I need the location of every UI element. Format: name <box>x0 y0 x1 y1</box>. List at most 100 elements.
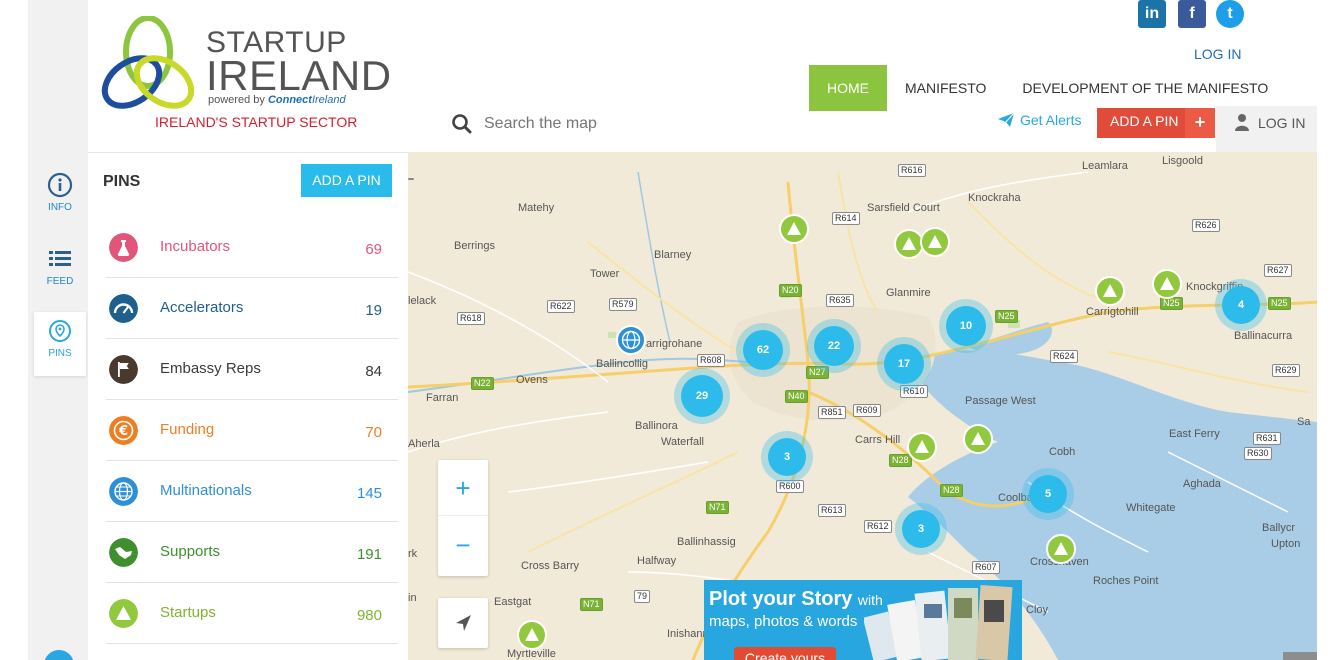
category-embassy-reps[interactable]: Embassy Reps 84 <box>106 339 398 400</box>
pin-cluster[interactable]: 10 <box>939 299 993 353</box>
rail-item-info[interactable]: INFO <box>34 166 86 230</box>
place-label: Roches Point <box>1093 575 1159 587</box>
create-yours-button[interactable]: Create yours <box>734 647 836 660</box>
startup-pin[interactable] <box>1095 276 1125 306</box>
add-pin-header-button[interactable]: ADD A PIN + <box>1097 108 1215 138</box>
place-label: Eastgat <box>494 596 532 608</box>
road-label: N40 <box>785 390 808 403</box>
plot-your-story-banner[interactable]: Plot your Story with maps, photos & word… <box>704 580 1022 660</box>
rail-item-feed[interactable]: FEED <box>34 240 86 304</box>
place-label: Lisgoold <box>1162 155 1203 167</box>
category-count: 69 <box>365 241 382 258</box>
place-label: Berrings <box>454 240 495 252</box>
category-supports[interactable]: Supports 191 <box>106 522 398 583</box>
linkedin-icon[interactable]: in <box>1138 0 1166 28</box>
add-pin-panel-button[interactable]: ADD A PIN <box>301 164 392 197</box>
startup-pin[interactable] <box>963 424 993 454</box>
category-count: 191 <box>356 546 382 563</box>
search-map-input[interactable] <box>484 110 784 138</box>
map-corner-control[interactable] <box>1283 652 1317 660</box>
category-label: Startups <box>160 604 216 621</box>
place-label: Waterfall <box>661 436 704 448</box>
startup-pin[interactable] <box>517 620 547 650</box>
flag-icon <box>109 355 138 384</box>
zoom-in-button[interactable]: + <box>438 460 488 516</box>
pin-cluster[interactable]: 3 <box>761 431 813 483</box>
category-label: Multinationals <box>160 482 252 499</box>
road-label: N20 <box>779 284 802 297</box>
pins-title: PINS <box>103 173 141 190</box>
category-count: 980 <box>356 607 382 624</box>
login-link-top[interactable]: LOG IN <box>1194 46 1241 62</box>
speedometer-icon <box>109 294 138 323</box>
nav-home[interactable]: HOME <box>809 65 887 111</box>
category-incubators[interactable]: Incubators 69 <box>106 217 398 278</box>
twitter-icon[interactable]: t <box>1216 0 1244 28</box>
cluster-count: 17 <box>884 344 924 384</box>
pin-cluster[interactable]: 62 <box>736 323 790 377</box>
startup-ireland-logo[interactable]: STARTUP IRELAND powered by ConnectIrelan… <box>98 16 391 116</box>
startup-pin[interactable] <box>1152 269 1182 299</box>
startup-pin[interactable] <box>907 432 937 462</box>
user-icon <box>1235 114 1249 131</box>
road-label: R622 <box>547 300 575 313</box>
map-canvas[interactable]: Matehy Berrings Blarney Tower Sarsfield … <box>408 152 1317 660</box>
category-label: Incubators <box>160 238 231 255</box>
euro-icon: € <box>109 416 138 445</box>
rail-item-pins[interactable]: PINS <box>34 312 86 376</box>
flask-icon <box>109 233 138 262</box>
place-label: Ballinora <box>635 420 678 432</box>
promo-title: Plot your Story with <box>709 588 883 611</box>
category-startups[interactable]: Startups 980 <box>106 583 398 644</box>
zoom-control: + − <box>438 460 488 576</box>
road-label: R629 <box>1272 364 1300 377</box>
category-multinationals[interactable]: Multinationals 145 <box>106 461 398 522</box>
category-funding[interactable]: € Funding 70 <box>106 400 398 461</box>
paper-plane-icon <box>998 113 1014 127</box>
category-accelerators[interactable]: Accelerators 19 <box>106 278 398 339</box>
locate-me-button[interactable] <box>438 598 488 648</box>
road-label: R613 <box>818 504 846 517</box>
road-label: R624 <box>1050 350 1078 363</box>
road-label: R631 <box>1253 432 1281 445</box>
road-label: N25 <box>1160 297 1183 310</box>
zoom-out-button[interactable]: − <box>438 517 488 573</box>
road-label: R616 <box>898 164 926 177</box>
place-label: in <box>408 592 417 604</box>
place-label: Carrs Hill <box>855 434 901 446</box>
road-label: N28 <box>889 454 912 467</box>
promo-subtitle: maps, photos & words <box>709 613 858 630</box>
pin-cluster[interactable]: 3 <box>895 503 947 555</box>
search-icon[interactable] <box>450 112 474 136</box>
globe-icon <box>621 330 641 350</box>
road-label: R626 <box>1192 219 1220 232</box>
category-count: 19 <box>365 302 382 319</box>
startup-pin[interactable] <box>779 214 809 244</box>
nav-development-of-the-manifesto[interactable]: DEVELOPMENT OF THE MANIFESTO <box>1004 65 1286 111</box>
multinational-pin[interactable] <box>616 325 646 355</box>
road-label: R851 <box>818 406 846 419</box>
nav-manifesto[interactable]: MANIFESTO <box>887 65 1004 111</box>
rail-label-pins: PINS <box>48 348 72 359</box>
road-label: R630 <box>1244 447 1272 460</box>
place-label: Ballinacurra <box>1234 330 1293 342</box>
cluster-count: 29 <box>681 375 723 417</box>
triangle-icon <box>109 599 138 628</box>
pin-cluster[interactable]: 17 <box>877 337 931 391</box>
place-label: lelack <box>408 295 437 307</box>
pin-cluster[interactable]: 29 <box>674 368 730 424</box>
login-header-button[interactable]: LOG IN <box>1216 106 1317 152</box>
place-label: Sarsfield Court <box>867 202 940 214</box>
road-label: N25 <box>1268 297 1291 310</box>
road-label: R612 <box>864 520 892 533</box>
pin-cluster[interactable]: 5 <box>1022 468 1074 520</box>
pin-cluster[interactable]: 4 <box>1215 279 1267 331</box>
get-alerts-link[interactable]: Get Alerts <box>998 112 1081 128</box>
startup-pin[interactable] <box>1046 534 1076 564</box>
place-label: Sa <box>1297 416 1311 428</box>
startup-pin[interactable] <box>920 227 950 257</box>
facebook-icon[interactable]: f <box>1178 0 1206 28</box>
cluster-count: 10 <box>946 306 986 346</box>
pin-cluster[interactable]: 22 <box>807 319 861 373</box>
road-label: R627 <box>1264 264 1292 277</box>
